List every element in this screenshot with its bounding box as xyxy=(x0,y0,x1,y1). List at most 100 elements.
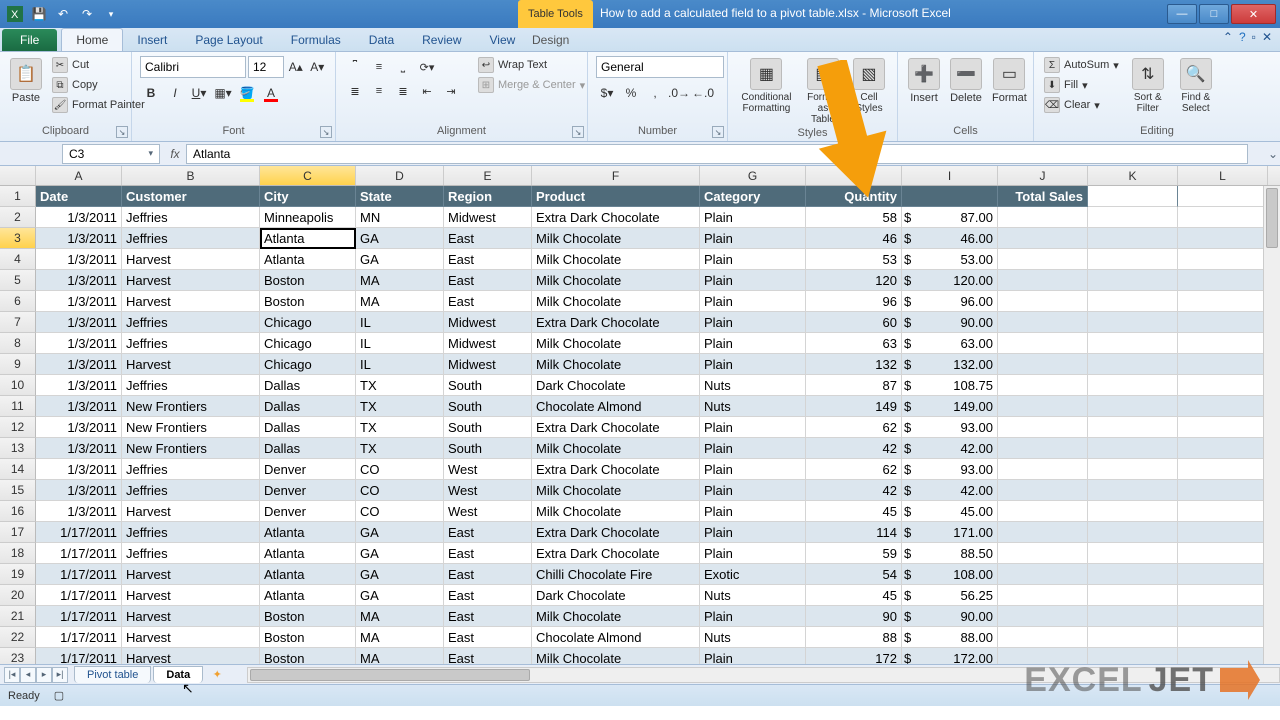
table-cell[interactable]: Chocolate Almond xyxy=(532,627,700,648)
table-cell[interactable] xyxy=(1178,333,1268,354)
merge-center-button[interactable]: ⊞Merge & Center▾ xyxy=(476,76,587,94)
grow-font-button[interactable]: A▴ xyxy=(286,56,306,78)
decrease-decimal-button[interactable]: ←.0 xyxy=(692,82,714,104)
table-cell[interactable] xyxy=(1088,606,1178,627)
table-cell[interactable]: IL xyxy=(356,333,444,354)
table-header-cell[interactable]: Region xyxy=(444,186,532,207)
column-header[interactable]: K xyxy=(1088,166,1178,185)
align-center-button[interactable]: ≡ xyxy=(368,80,390,102)
table-cell[interactable] xyxy=(1088,522,1178,543)
table-cell[interactable] xyxy=(998,396,1088,417)
table-cell[interactable]: Milk Chocolate xyxy=(532,270,700,291)
table-cell[interactable]: 42 xyxy=(806,480,902,501)
table-cell[interactable]: 62 xyxy=(806,417,902,438)
font-color-button[interactable]: A xyxy=(260,82,282,104)
column-header[interactable]: F xyxy=(532,166,700,185)
table-cell[interactable]: Jeffries xyxy=(122,459,260,480)
table-cell[interactable]: Boston xyxy=(260,291,356,312)
row-header[interactable]: 11 xyxy=(0,396,36,417)
table-cell[interactable] xyxy=(998,543,1088,564)
row-header[interactable]: 17 xyxy=(0,522,36,543)
table-cell[interactable]: Extra Dark Chocolate xyxy=(532,312,700,333)
table-cell[interactable]: 149 xyxy=(806,396,902,417)
table-cell[interactable] xyxy=(998,627,1088,648)
table-cell[interactable]: 1/17/2011 xyxy=(36,522,122,543)
table-cell[interactable]: Chicago xyxy=(260,354,356,375)
table-cell[interactable] xyxy=(998,228,1088,249)
column-header[interactable]: J xyxy=(998,166,1088,185)
table-cell[interactable] xyxy=(998,417,1088,438)
table-cell[interactable]: Chocolate Almond xyxy=(532,396,700,417)
row-header[interactable]: 2 xyxy=(0,207,36,228)
row-header[interactable]: 19 xyxy=(0,564,36,585)
table-cell[interactable]: CO xyxy=(356,459,444,480)
table-cell[interactable] xyxy=(998,333,1088,354)
table-cell[interactable]: GA xyxy=(356,564,444,585)
table-cell[interactable]: 1/3/2011 xyxy=(36,417,122,438)
table-cell[interactable]: Harvest xyxy=(122,270,260,291)
clear-button[interactable]: ⌫Clear▾ xyxy=(1042,96,1121,114)
tab-data[interactable]: Data xyxy=(355,29,408,51)
table-cell[interactable]: 120 xyxy=(806,270,902,291)
row-header[interactable]: 16 xyxy=(0,501,36,522)
table-cell[interactable]: Milk Chocolate xyxy=(532,480,700,501)
tab-design[interactable]: Design xyxy=(518,29,583,51)
table-cell[interactable]: 42 xyxy=(806,438,902,459)
table-cell[interactable] xyxy=(998,438,1088,459)
expand-formula-bar-icon[interactable]: ⌄ xyxy=(1266,147,1280,161)
table-cell[interactable] xyxy=(998,249,1088,270)
table-cell[interactable]: $45.00 xyxy=(902,501,998,522)
table-cell[interactable]: East xyxy=(444,228,532,249)
table-cell[interactable]: 1/3/2011 xyxy=(36,501,122,522)
table-cell[interactable]: GA xyxy=(356,249,444,270)
table-cell[interactable] xyxy=(1178,627,1268,648)
table-cell[interactable]: Midwest xyxy=(444,354,532,375)
table-cell[interactable]: GA xyxy=(356,585,444,606)
table-header-cell[interactable]: Product xyxy=(532,186,700,207)
prev-sheet-button[interactable]: ◂ xyxy=(20,667,36,683)
table-cell[interactable]: 1/3/2011 xyxy=(36,249,122,270)
table-header-cell[interactable] xyxy=(902,186,998,207)
number-format-combo[interactable] xyxy=(596,56,724,78)
table-cell[interactable] xyxy=(998,354,1088,375)
paste-button[interactable]: 📋 Paste xyxy=(8,56,44,106)
row-header[interactable]: 1 xyxy=(0,186,36,207)
table-cell[interactable]: Plain xyxy=(700,249,806,270)
table-cell[interactable]: GA xyxy=(356,228,444,249)
table-cell[interactable] xyxy=(1088,312,1178,333)
cell-styles-button[interactable]: ▧Cell Styles xyxy=(849,56,889,116)
table-header-cell[interactable]: Total Sales xyxy=(998,186,1088,207)
italic-button[interactable]: I xyxy=(164,82,186,104)
format-cells-button[interactable]: ▭Format xyxy=(990,56,1029,106)
table-cell[interactable]: 45 xyxy=(806,585,902,606)
first-sheet-button[interactable]: |◂ xyxy=(4,667,20,683)
table-cell[interactable]: $53.00 xyxy=(902,249,998,270)
excel-icon[interactable]: X xyxy=(4,3,26,25)
table-cell[interactable] xyxy=(1088,585,1178,606)
table-cell[interactable] xyxy=(1178,354,1268,375)
table-cell[interactable]: $120.00 xyxy=(902,270,998,291)
close-workbook-icon[interactable]: ✕ xyxy=(1262,30,1272,44)
undo-icon[interactable]: ↶ xyxy=(52,3,74,25)
insert-cells-button[interactable]: ➕Insert xyxy=(906,56,942,106)
table-cell[interactable]: Plain xyxy=(700,522,806,543)
table-cell[interactable] xyxy=(1088,291,1178,312)
vertical-scrollbar[interactable] xyxy=(1263,186,1280,664)
row-header[interactable]: 4 xyxy=(0,249,36,270)
table-cell[interactable]: 60 xyxy=(806,312,902,333)
align-top-button[interactable]: ⎴ xyxy=(344,56,366,78)
table-cell[interactable]: Boston xyxy=(260,627,356,648)
qat-customize-icon[interactable]: ▾ xyxy=(100,3,122,25)
alignment-dialog-launcher[interactable]: ↘ xyxy=(572,126,584,138)
table-cell[interactable]: Dark Chocolate xyxy=(532,375,700,396)
table-cell[interactable]: East xyxy=(444,627,532,648)
table-cell[interactable]: East xyxy=(444,606,532,627)
table-cell[interactable]: $42.00 xyxy=(902,438,998,459)
row-header[interactable]: 8 xyxy=(0,333,36,354)
table-header-cell[interactable]: State xyxy=(356,186,444,207)
table-cell[interactable]: Midwest xyxy=(444,333,532,354)
table-cell[interactable] xyxy=(1178,585,1268,606)
table-cell[interactable]: Atlanta xyxy=(260,228,356,249)
table-cell[interactable]: 1/3/2011 xyxy=(36,228,122,249)
table-cell[interactable]: Jeffries xyxy=(122,312,260,333)
